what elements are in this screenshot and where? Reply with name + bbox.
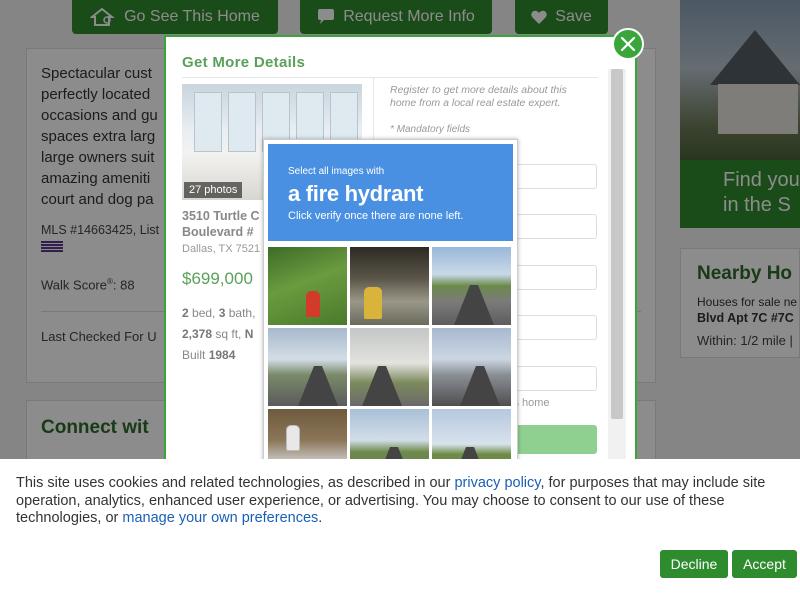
captcha-tile[interactable] <box>432 247 511 325</box>
captcha-tile[interactable] <box>350 328 429 406</box>
photo-window <box>194 92 222 152</box>
captcha-tile[interactable] <box>268 328 347 406</box>
captcha-header: Select all images with a fire hydrant Cl… <box>268 144 513 241</box>
manage-preferences-link[interactable]: manage your own preferences <box>122 510 318 526</box>
mandatory-note: * Mandatory fields <box>390 124 471 135</box>
sqft-suffix: N <box>244 327 254 341</box>
cookie-banner: This site uses cookies and related techn… <box>0 459 800 600</box>
modal-title-divider <box>182 77 598 78</box>
property-city: Dallas, TX 7521 <box>182 243 261 255</box>
sqft-label: sq ft, <box>212 327 245 341</box>
captcha-tile[interactable] <box>432 328 511 406</box>
modal-scrollbar[interactable] <box>608 69 626 462</box>
captcha-challenge: Select all images with a fire hydrant Cl… <box>263 139 518 487</box>
privacy-policy-link[interactable]: privacy policy <box>454 475 540 491</box>
baths-label: bath, <box>225 306 256 320</box>
photo-window <box>228 92 256 152</box>
built-year: 1984 <box>208 348 236 362</box>
road-shape <box>362 366 402 406</box>
decline-button[interactable]: Decline <box>660 550 728 578</box>
photo-count-badge: 27 photos <box>184 182 243 198</box>
modal-title: Get More Details <box>182 54 306 71</box>
road-shape <box>454 285 494 325</box>
built-label: Built <box>182 348 209 362</box>
cookie-text-part: . <box>318 510 323 526</box>
captcha-tile[interactable] <box>268 247 347 325</box>
road-shape <box>298 366 338 406</box>
fire-hydrant-icon <box>286 425 300 451</box>
register-text: Register to get more details about this … <box>390 84 567 109</box>
cookie-text-part: This site uses cookies and related techn… <box>16 475 455 491</box>
fire-hydrant-icon <box>364 287 382 319</box>
beds-count: 2 <box>182 306 189 320</box>
sqft-value: 2,378 <box>182 327 213 341</box>
captcha-target: a fire hydrant <box>288 181 424 206</box>
captcha-tile[interactable] <box>350 247 429 325</box>
accept-button[interactable]: Accept <box>732 550 797 578</box>
captcha-instruction: Select all images with <box>288 166 385 177</box>
scrollbar-thumb[interactable] <box>611 69 623 419</box>
captcha-hint: Click verify once there are none left. <box>288 210 464 222</box>
road-shape <box>460 366 500 406</box>
cookie-text: This site uses cookies and related techn… <box>16 475 776 528</box>
fire-hydrant-icon <box>306 291 320 317</box>
beds-label: bed, <box>188 306 219 320</box>
property-price: $699,000 <box>182 269 253 288</box>
close-icon <box>620 36 636 52</box>
close-modal-button[interactable] <box>612 28 644 60</box>
